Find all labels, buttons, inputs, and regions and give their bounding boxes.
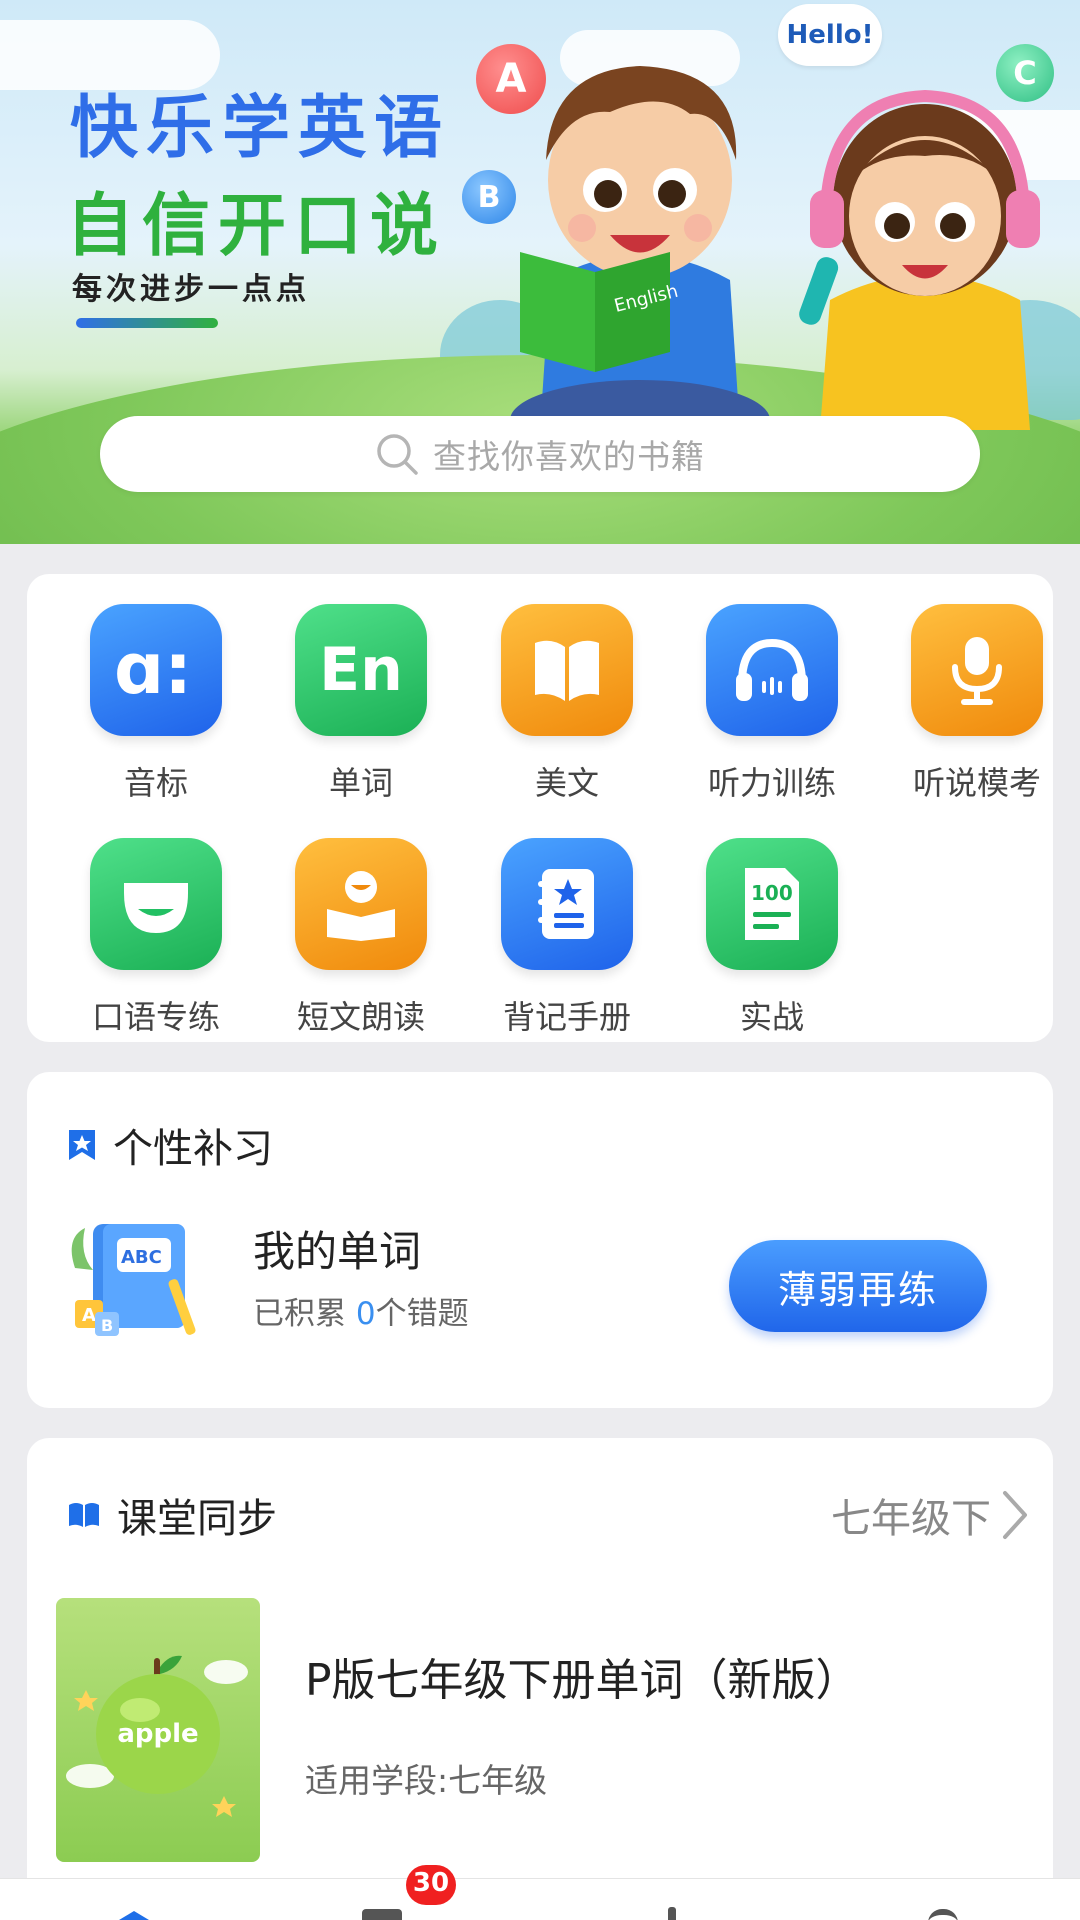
my-words-title: 我的单词 [253,1227,422,1276]
personal-review-card: 个性补习 ABC A B 我的单词 已积累 0个错题 薄弱再练 [27,1072,1053,1408]
slogan-second: 自信开口说 [66,187,447,266]
search-icon [377,434,418,475]
book-grade-range: 适用学段:七年级 [305,1761,548,1800]
svg-text:100: 100 [751,881,793,905]
en-icon: En [295,604,427,736]
open-book-blue-icon [69,1503,99,1527]
bookmark-star-icon [69,1130,95,1160]
grade-selector[interactable]: 七年级下 [831,1486,1035,1544]
svg-text:B: B [101,1316,113,1335]
book-title[interactable]: P版七年级下册单词（新版） [305,1644,860,1708]
hello-speech-bubble: Hello! [778,4,882,66]
phonetic-icon: ɑ: [90,604,222,736]
function-grid-card: ɑ: 音标 En 单词 美文 听力训练 听说模考 口语专练 短文朗读 背记手册 … [27,574,1053,1042]
function-oral-practice[interactable]: 口语专练 [66,838,246,1038]
weak-practice-button[interactable]: 薄弱再练 [729,1240,987,1332]
svg-text:ɑ:: ɑ: [114,635,192,705]
abc-notebook-icon: ABC A B [71,1224,196,1336]
function-words[interactable]: En 单词 [271,604,451,804]
slogan-underline [76,318,218,328]
search-placeholder: 查找你喜欢的书籍 [433,437,705,476]
class-sync-card: 课堂同步 七年级下 apple P版七年级下册单词（新版） 适用学段:七年级 [27,1438,1053,1920]
slogan-main: 快乐学英语 [70,89,451,168]
mistake-count: 0 [355,1296,376,1332]
profile-tab-icon[interactable] [928,1909,958,1920]
study-tab-icon[interactable] [362,1909,402,1920]
svg-text:apple: apple [117,1719,198,1749]
mouth-icon [90,838,222,970]
function-practice[interactable]: 100 实战 [682,838,862,1038]
function-memo-book[interactable]: 背记手册 [477,838,657,1038]
book-cover[interactable]: apple [56,1598,260,1862]
english-book-illustration: English [520,252,680,372]
chevron-right-icon [1003,1491,1027,1539]
apple-cover-illustration: apple [66,1655,248,1817]
svg-text:A: A [82,1305,96,1326]
exam-paper-icon: 100 [706,838,838,970]
reader-icon [295,838,427,970]
slogan-tagline: 每次进步一点点 [72,272,310,307]
mistake-count-text: 已积累 0个错题 [253,1296,469,1332]
sync-section-title: 课堂同步 [67,1486,277,1544]
function-mock-exam[interactable]: 听说模考 [887,604,1067,804]
search-bar[interactable]: 查找你喜欢的书籍 [100,416,980,492]
notification-badge: 30 [406,1865,456,1905]
bottom-tab-bar: 30 [0,1865,1080,1920]
headphones-icon [706,604,838,736]
function-prose[interactable]: 美文 [477,604,657,804]
stats-tab-icon[interactable] [668,1907,676,1920]
microphone-icon [911,604,1043,736]
function-listening[interactable]: 听力训练 [682,604,862,804]
function-passage-reading[interactable]: 短文朗读 [271,838,451,1038]
home-tab-icon[interactable] [112,1909,156,1920]
girl-illustration [799,89,1040,430]
review-section-title: 个性补习 [67,1116,273,1174]
function-phonetics[interactable]: ɑ: 音标 [66,604,246,804]
open-book-icon [501,604,633,736]
svg-text:ABC: ABC [121,1247,162,1268]
hero-banner[interactable]: 快乐学英语 自信开口说 每次进步一点点 A B C Hello! English [0,0,1080,544]
notebook-star-icon [501,838,633,970]
